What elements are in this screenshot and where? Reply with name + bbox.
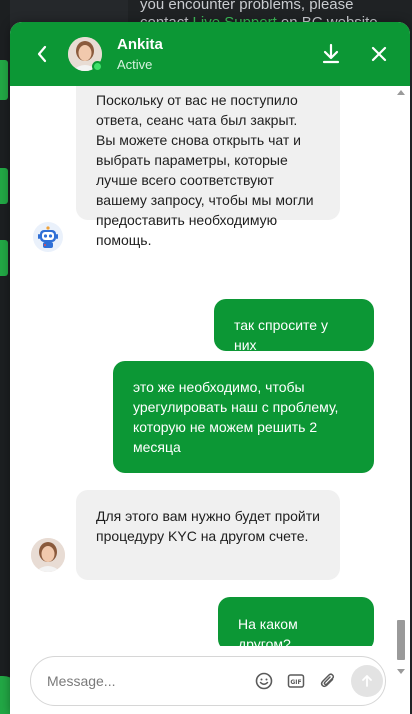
background-green-tab	[0, 168, 8, 204]
agent-avatar-small	[31, 538, 65, 572]
gif-icon: GIF	[287, 674, 305, 688]
scroll-down-icon[interactable]	[396, 668, 406, 676]
close-icon	[371, 46, 387, 62]
message-bubble-bot: Поскольку от вас не поступило ответа, се…	[76, 86, 340, 248]
message-bubble-agent: Для этого вам нужно будет пройти процеду…	[76, 490, 340, 580]
message-scrollbar[interactable]	[396, 86, 406, 678]
background-green-tab	[0, 240, 8, 276]
download-transcript-button[interactable]	[320, 42, 342, 66]
attach-button[interactable]	[318, 671, 338, 691]
agent-status: Active	[117, 57, 153, 72]
svg-text:GIF: GIF	[290, 679, 301, 686]
chevron-left-icon	[37, 45, 47, 63]
background-left-strip	[0, 0, 10, 714]
message-input[interactable]	[47, 670, 237, 692]
message-bubble-user: На каком другом?	[218, 597, 374, 646]
message-composer: GIF	[30, 656, 386, 706]
message-bubble-user: это же необходимо, чтобы урегулировать н…	[113, 361, 374, 473]
back-button[interactable]	[30, 42, 54, 66]
online-status-dot	[92, 61, 103, 72]
emoji-icon	[255, 672, 273, 690]
agent-photo-icon	[31, 538, 65, 572]
emoji-button[interactable]	[254, 671, 274, 691]
gif-button[interactable]: GIF	[286, 671, 306, 691]
bot-avatar	[32, 221, 64, 253]
chat-widget: Ankita Active Поскольку от вас не поступ…	[10, 22, 410, 714]
agent-name: Ankita	[117, 36, 163, 53]
download-icon	[322, 43, 340, 64]
send-icon	[362, 675, 372, 687]
attach-icon	[320, 673, 335, 688]
close-button[interactable]	[368, 42, 390, 66]
chat-header: Ankita Active	[10, 22, 410, 86]
scroll-up-icon[interactable]	[396, 88, 406, 96]
send-button[interactable]	[351, 665, 383, 697]
message-bubble-user: так спросите у них	[214, 299, 374, 353]
message-list: Поскольку от вас не поступило ответа, се…	[10, 86, 410, 646]
scrollbar-thumb[interactable]	[397, 620, 405, 660]
agent-avatar	[68, 37, 103, 72]
robot-icon	[33, 222, 63, 252]
background-green-tab	[0, 60, 8, 100]
